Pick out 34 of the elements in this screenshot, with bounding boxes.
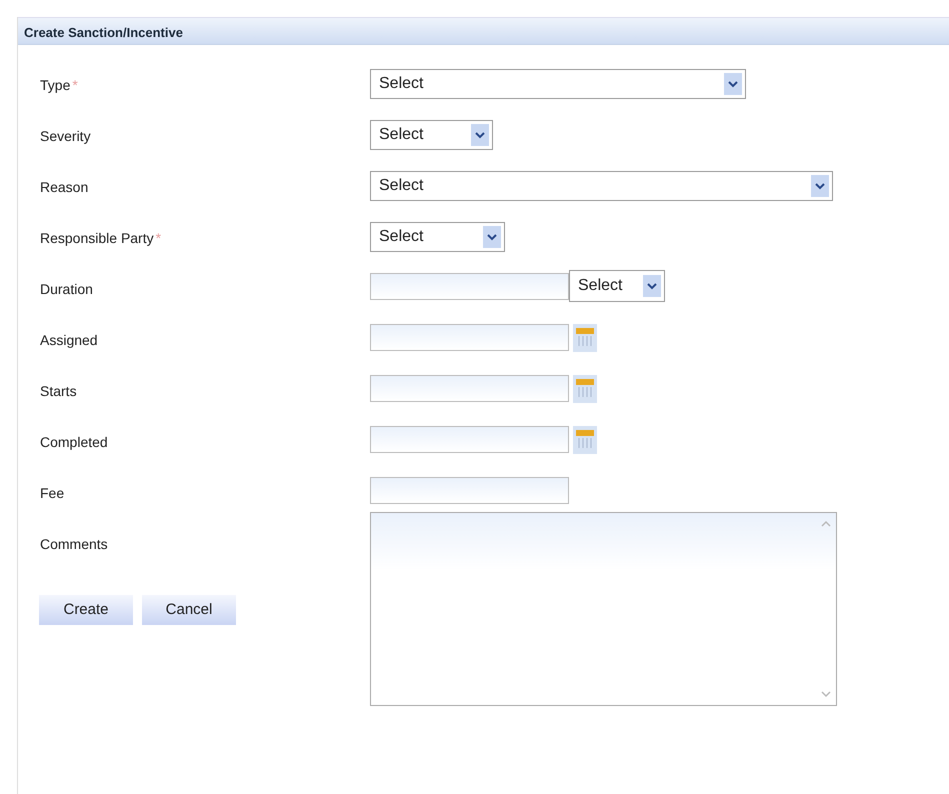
date-input[interactable] (370, 426, 569, 453)
cancel-button[interactable]: Cancel (142, 595, 236, 625)
create-button[interactable]: Create (39, 595, 133, 625)
calendar-icon[interactable] (573, 324, 597, 352)
select-dropdown[interactable]: Select (370, 120, 493, 150)
select-value: Select (379, 125, 424, 145)
select-value: Select (379, 176, 424, 196)
comments-textarea[interactable] (370, 512, 837, 706)
select-value: Select (578, 276, 622, 296)
field-label: Completed (40, 434, 108, 450)
field-label: Reason (40, 179, 88, 195)
field-label: Comments (40, 536, 108, 552)
field-label: Responsible Party (40, 230, 154, 246)
calendar-icon[interactable] (573, 375, 597, 403)
text-input[interactable] (370, 477, 569, 504)
field-label: Duration (40, 281, 93, 297)
field-label: Starts (40, 383, 77, 399)
required-mark: * (72, 77, 78, 93)
select-dropdown[interactable]: Select (569, 270, 665, 302)
date-input[interactable] (370, 375, 569, 402)
text-input[interactable] (370, 273, 569, 300)
select-value: Select (379, 74, 424, 94)
calendar-icon[interactable] (573, 426, 597, 454)
required-mark: * (156, 230, 162, 246)
field-label: Severity (40, 128, 91, 144)
panel-title: Create Sanction/Incentive (18, 17, 949, 45)
field-label: Assigned (40, 332, 98, 348)
select-value: Select (379, 227, 424, 247)
date-input[interactable] (370, 324, 569, 351)
select-dropdown[interactable]: Select (370, 222, 505, 252)
field-label: Fee (40, 485, 64, 501)
select-dropdown[interactable]: Select (370, 171, 833, 201)
select-dropdown[interactable]: Select (370, 69, 746, 99)
field-label: Type (40, 77, 70, 93)
